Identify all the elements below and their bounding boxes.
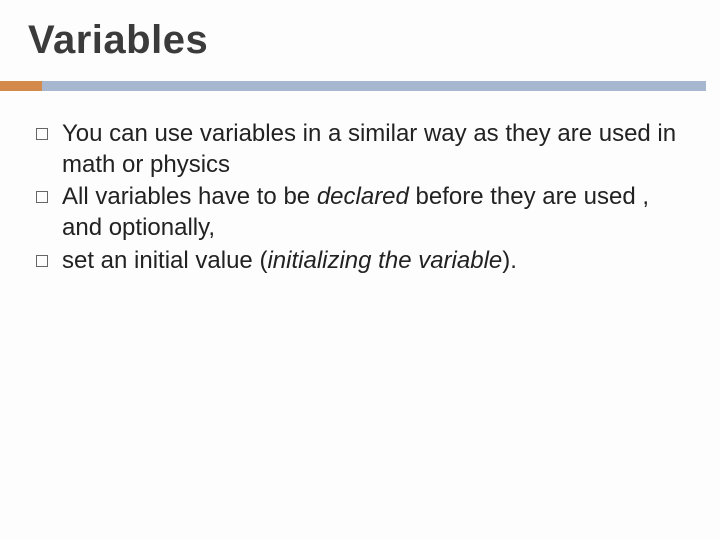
- list-item: set an initial value (initializing the v…: [62, 246, 690, 277]
- slide: Variables You can use variables in a sim…: [0, 0, 720, 540]
- bullet-text: All variables have to be: [62, 183, 317, 210]
- list-item: All variables have to be declared before…: [62, 182, 690, 243]
- bullet-text: set an initial value (: [62, 247, 267, 274]
- divider-accent: [0, 81, 42, 91]
- title-divider: [0, 81, 720, 91]
- slide-body: You can use variables in a similar way a…: [0, 91, 720, 277]
- divider-bar: [42, 81, 706, 91]
- bullet-emphasis: declared: [317, 183, 409, 210]
- list-item: You can use variables in a similar way a…: [62, 119, 690, 180]
- bullet-text: You can use variables in a similar way a…: [62, 120, 676, 178]
- slide-title: Variables: [0, 18, 720, 63]
- bullet-emphasis: initializing the variable: [267, 247, 502, 274]
- bullet-list: You can use variables in a similar way a…: [62, 119, 690, 277]
- bullet-text-tail: ).: [502, 247, 517, 274]
